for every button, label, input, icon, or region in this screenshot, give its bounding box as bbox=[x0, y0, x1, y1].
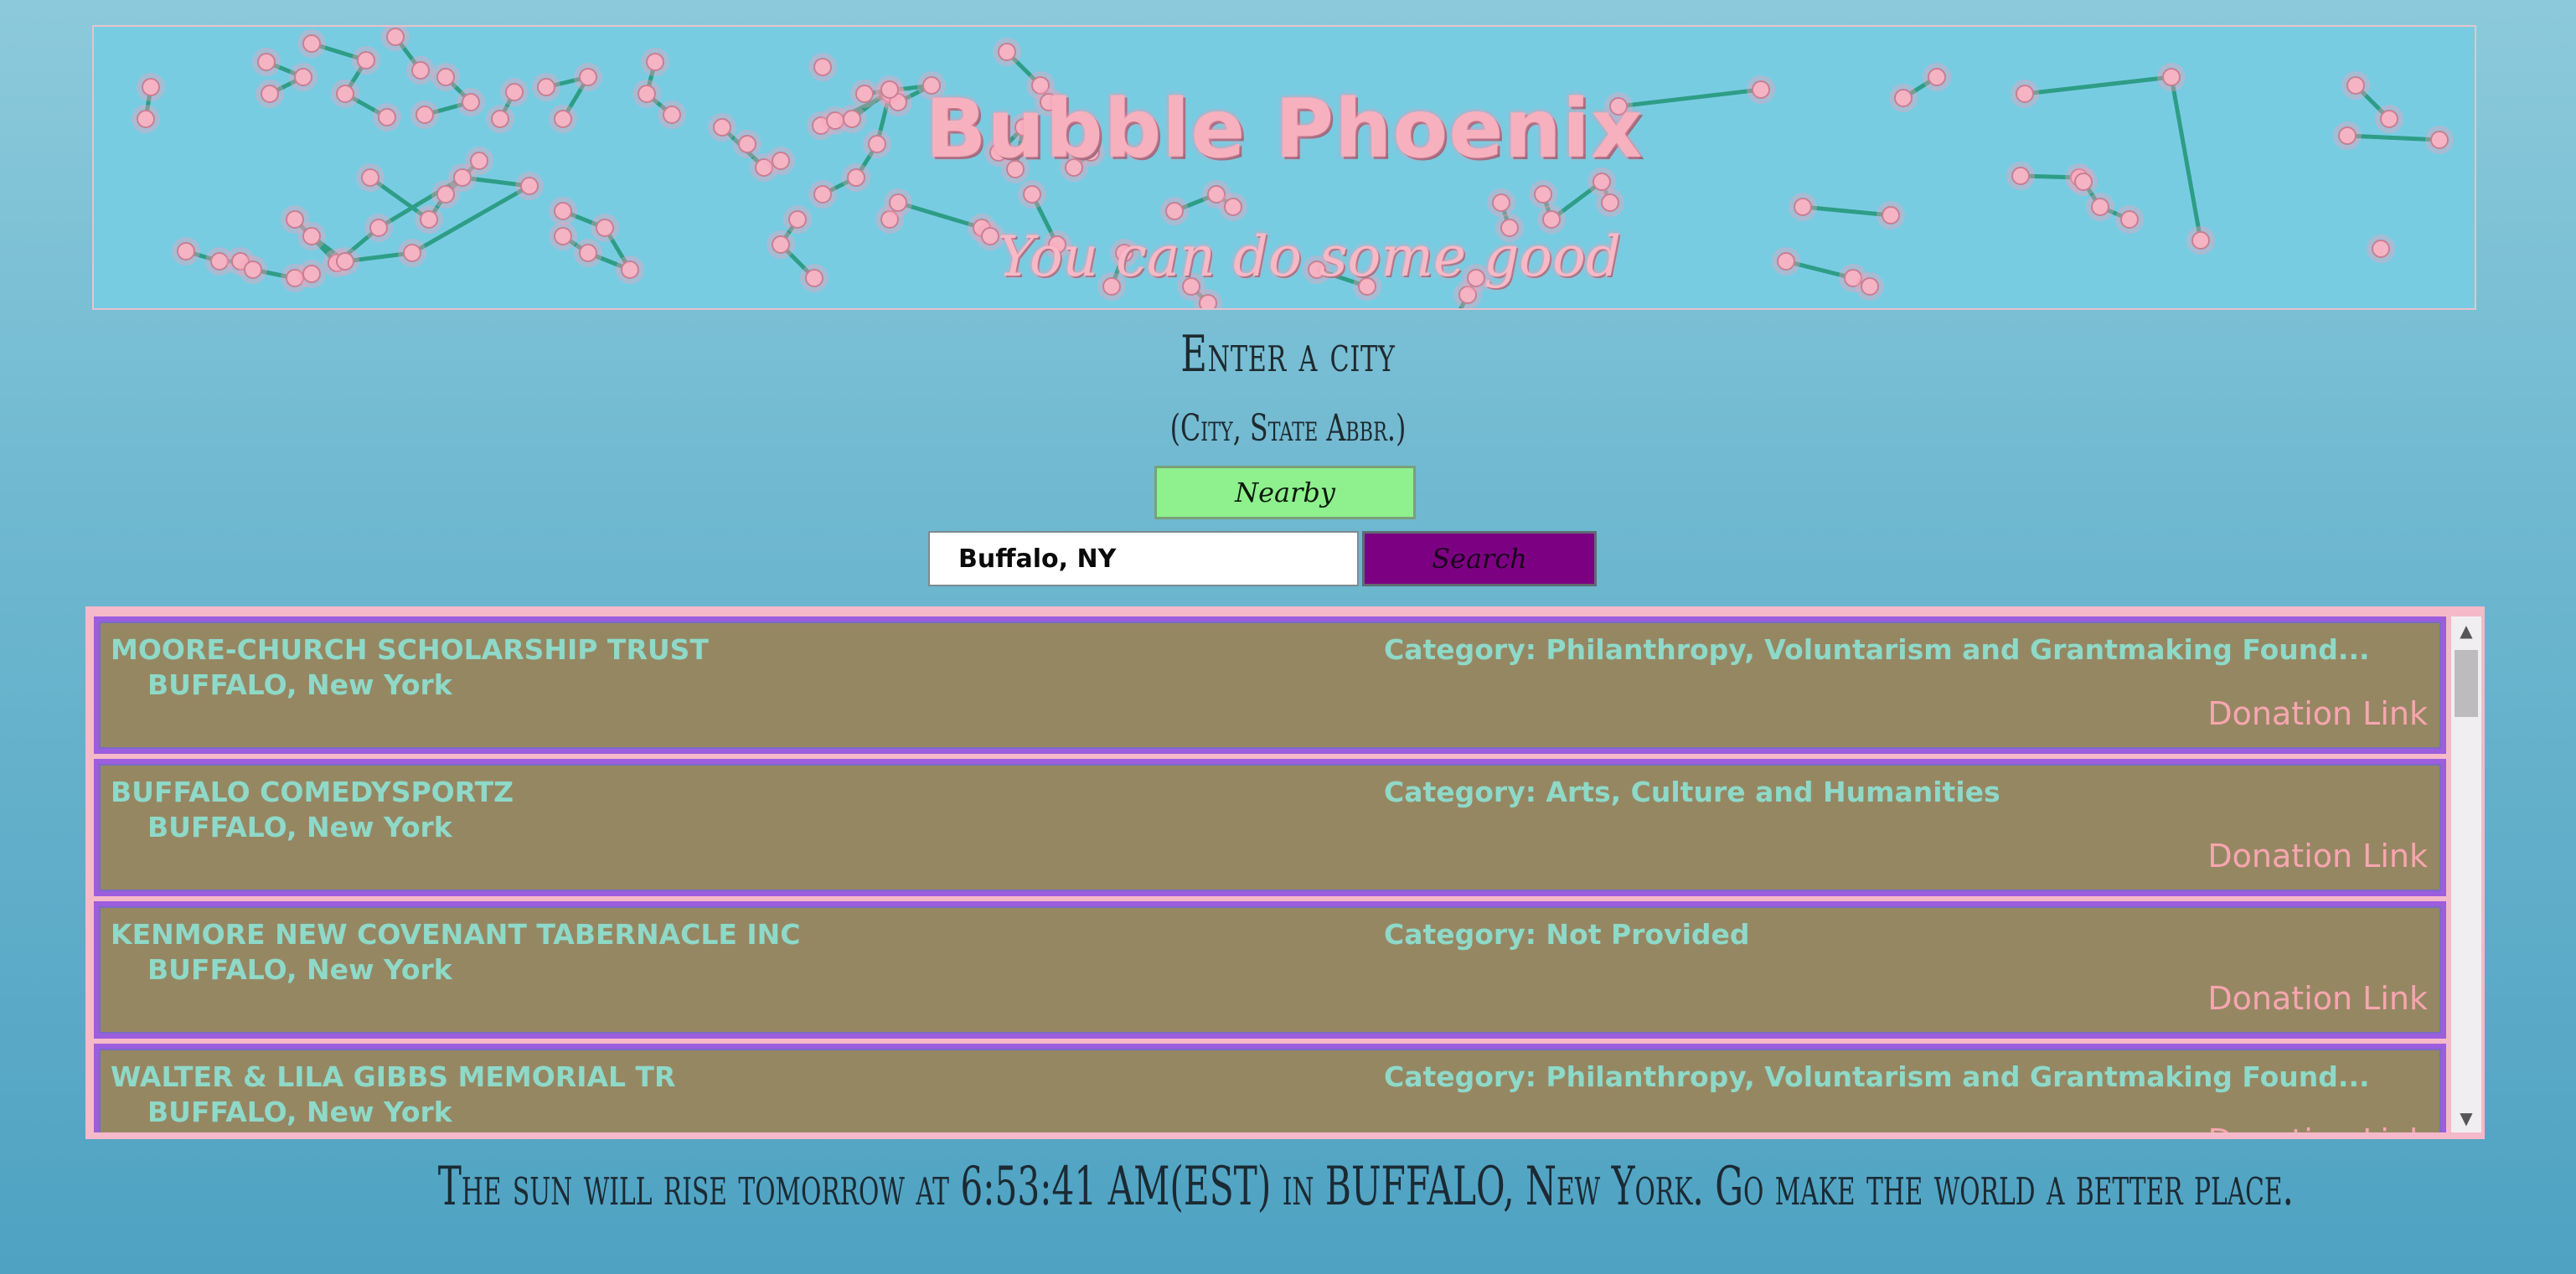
org-category: Category: Arts, Culture and Humanities bbox=[1384, 776, 2000, 808]
sunrise-message: The sun will rise tomorrow at 6:53:41 AM… bbox=[437, 1156, 2294, 1218]
scroll-down-arrow-icon[interactable]: ▼ bbox=[2451, 1106, 2481, 1131]
results-list[interactable]: MOORE-CHURCH SCHOLARSHIP TRUST BUFFALO, … bbox=[94, 616, 2446, 1132]
star-dot bbox=[1601, 193, 1619, 212]
star-dot bbox=[646, 53, 664, 71]
org-location: BUFFALO, New York bbox=[147, 1096, 452, 1128]
site-title: Bubble Phoenix bbox=[925, 82, 1644, 176]
star-dot bbox=[889, 193, 907, 212]
org-location: BUFFALO, New York bbox=[147, 811, 452, 843]
star-dot bbox=[520, 177, 539, 195]
donation-link[interactable]: Donation Link bbox=[2207, 838, 2428, 874]
star-dot bbox=[1224, 198, 1242, 216]
scroll-up-arrow-icon[interactable]: ▲ bbox=[2451, 618, 2481, 643]
star-dot bbox=[411, 61, 430, 80]
star-dot bbox=[554, 202, 572, 220]
results-scrollbar[interactable]: ▲ ▼ bbox=[2451, 616, 2481, 1132]
org-category: Category: Philanthropy, Voluntarism and … bbox=[1384, 633, 2370, 666]
result-card: MOORE-CHURCH SCHOLARSHIP TRUST BUFFALO, … bbox=[94, 616, 2446, 754]
city-format-hint: (City, State Abbr.) bbox=[1169, 407, 1407, 450]
site-tagline: You can do some good bbox=[997, 224, 1621, 289]
donation-link[interactable]: Donation Link bbox=[2207, 695, 2428, 732]
org-location: BUFFALO, New York bbox=[147, 668, 452, 701]
result-card: BUFFALO COMEDYSPORTZ BUFFALO, New York C… bbox=[94, 759, 2446, 896]
org-name: WALTER & LILA GIBBS MEMORIAL TR bbox=[111, 1060, 676, 1093]
star-dot bbox=[1199, 294, 1217, 308]
org-category: Category: Not Provided bbox=[1384, 918, 1750, 951]
city-search-input[interactable] bbox=[928, 531, 1359, 586]
star-dot bbox=[1023, 185, 1041, 204]
org-category: Category: Philanthropy, Voluntarism and … bbox=[1384, 1060, 2370, 1093]
org-name: KENMORE NEW COVENANT TABERNACLE INC bbox=[111, 918, 801, 951]
org-name: BUFFALO COMEDYSPORTZ bbox=[111, 776, 514, 808]
org-name: MOORE-CHURCH SCHOLARSHIP TRUST bbox=[111, 633, 709, 666]
donation-link[interactable]: Donation Link bbox=[2207, 980, 2428, 1017]
star-dot bbox=[1492, 193, 1510, 212]
star-dot bbox=[998, 43, 1016, 61]
scrollbar-thumb[interactable] bbox=[2455, 650, 2478, 717]
result-card: KENMORE NEW COVENANT TABERNACLE INC BUFF… bbox=[94, 901, 2446, 1039]
star-dot bbox=[2091, 198, 2109, 216]
star-dot bbox=[1534, 185, 1552, 204]
star-dot bbox=[257, 53, 276, 71]
nearby-button[interactable]: Nearby bbox=[1154, 466, 1416, 519]
donation-link[interactable]: Donation Link bbox=[2207, 1122, 2428, 1132]
star-dot bbox=[386, 28, 405, 46]
org-location: BUFFALO, New York bbox=[147, 953, 452, 986]
header-banner: Bubble Phoenix You can do some good bbox=[92, 25, 2476, 310]
star-dot bbox=[436, 185, 455, 204]
result-card: WALTER & LILA GIBBS MEMORIAL TR BUFFALO,… bbox=[94, 1044, 2446, 1132]
star-dot bbox=[1794, 198, 1812, 216]
star-dot bbox=[2074, 173, 2093, 191]
search-button[interactable]: Search bbox=[1362, 531, 1597, 586]
star-dot bbox=[813, 185, 832, 204]
star-dot bbox=[357, 51, 375, 70]
star-dot bbox=[813, 58, 832, 76]
star-dot bbox=[1882, 206, 1900, 224]
star-dot bbox=[1593, 173, 1611, 191]
results-panel: MOORE-CHURCH SCHOLARSHIP TRUST BUFFALO, … bbox=[85, 606, 2485, 1139]
star-dot bbox=[1165, 202, 1184, 220]
city-heading: Enter a city bbox=[1180, 325, 1396, 384]
star-dot bbox=[302, 34, 321, 53]
